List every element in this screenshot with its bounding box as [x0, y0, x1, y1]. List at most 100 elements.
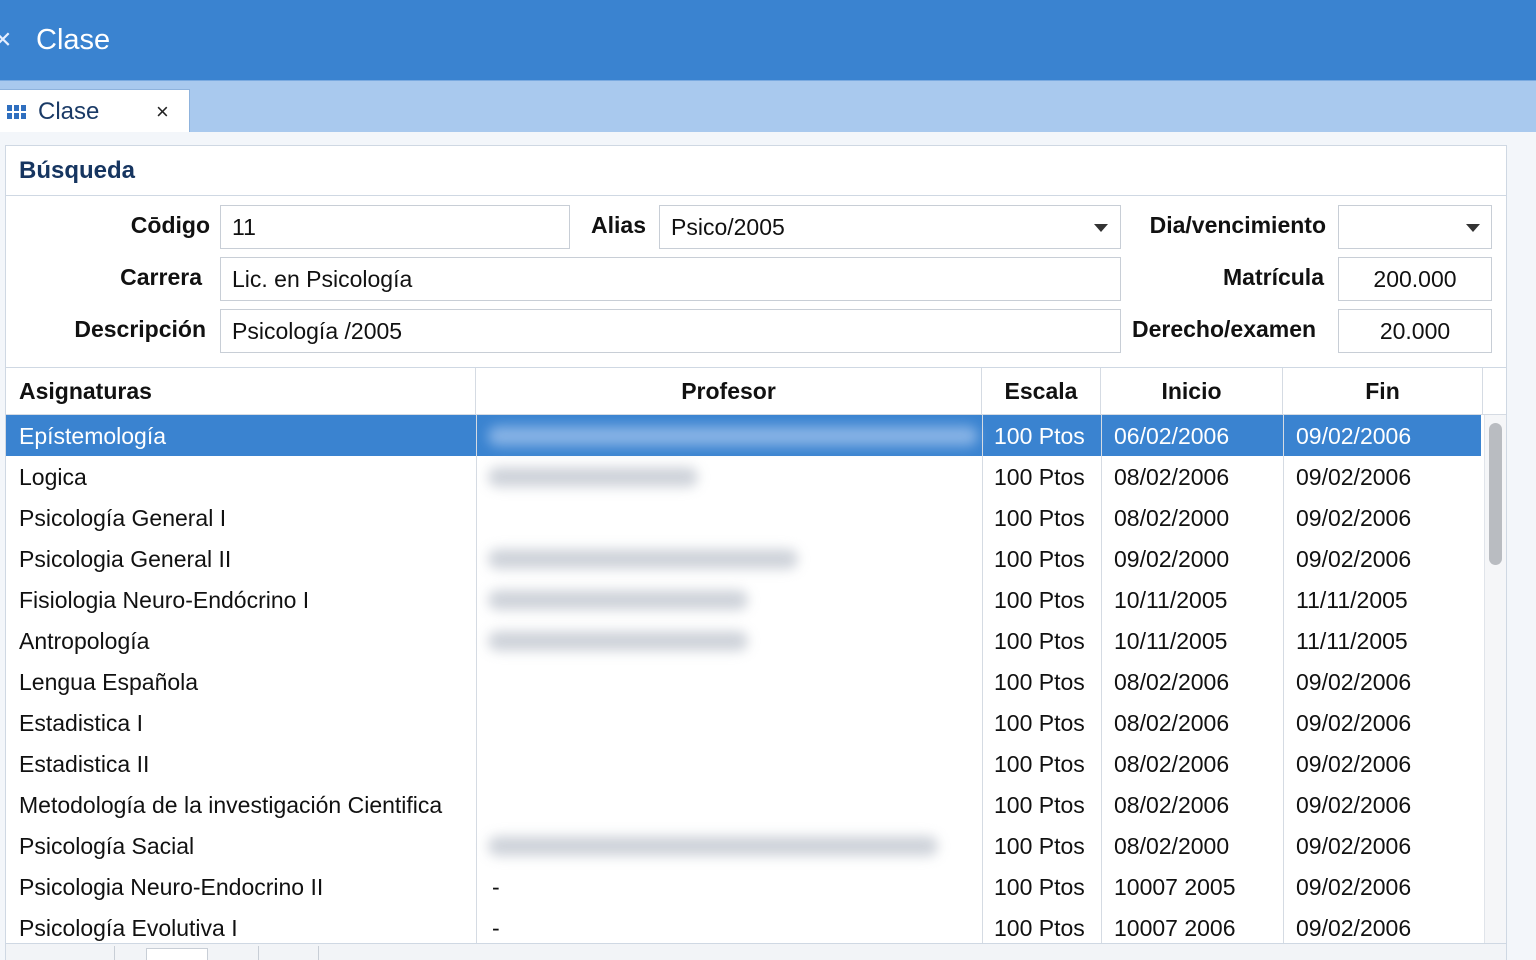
dia-vencimiento-select[interactable] — [1338, 205, 1492, 249]
search-section-header: Búsqueda — [6, 146, 1506, 196]
header-profesor[interactable]: Profesor — [476, 368, 982, 415]
cell-inicio: 08/02/2000 — [1114, 833, 1230, 859]
redacted-name-blur — [488, 631, 748, 651]
header-escala[interactable]: Escala — [982, 368, 1101, 415]
cell-escala: 100 Ptos — [994, 833, 1085, 859]
cell-fin: 09/02/2006 — [1296, 874, 1412, 900]
table-row[interactable]: Fisiologia Neuro-Endócrino I 100 Ptos 10/1… — [6, 579, 1481, 620]
cell-inicio: 09/02/2000 — [1114, 546, 1230, 572]
cell-profesor — [492, 743, 972, 784]
matricula-input[interactable]: 200.000 — [1338, 257, 1492, 301]
table-row[interactable]: Logica 100 Ptos 08/02/2006 09/02/2006 — [6, 456, 1481, 497]
cell-asignatura: Psicología Evolutiva I — [19, 915, 238, 941]
asignaturas-table: Asignaturas Profesor Escala Inicio Fin E… — [6, 367, 1506, 945]
codigo-label: Cōdigo — [130, 212, 210, 238]
alias-label: Alias — [591, 212, 646, 238]
cell-fin: 09/02/2006 — [1296, 915, 1412, 941]
descripcion-input[interactable]: Psicología /2005 — [220, 309, 1121, 353]
cell-asignatura: Metodología de la investigación Cientifi… — [19, 792, 443, 818]
cell-asignatura: Estadistica II — [19, 751, 150, 777]
cell-profesor — [492, 661, 972, 702]
cell-fin: 09/02/2006 — [1296, 546, 1412, 572]
grid-icon — [7, 105, 27, 119]
cell-asignatura: Psicologia General II — [19, 546, 232, 572]
cell-escala: 100 Ptos — [994, 464, 1085, 490]
codigo-input[interactable]: 11 — [220, 205, 570, 249]
column-divider — [476, 415, 477, 945]
table-row[interactable]: Metodología de la investigación Cientifi… — [6, 784, 1481, 825]
cell-escala: 100 Ptos — [994, 751, 1085, 777]
header-fin[interactable]: Fin — [1283, 368, 1483, 415]
cell-inicio: 10007 2006 — [1114, 915, 1236, 941]
table-row[interactable]: Estadistica II 100 Ptos 08/02/2006 09/02/20… — [6, 743, 1481, 784]
cell-inicio: 08/02/2006 — [1114, 464, 1230, 490]
search-form: Cōdigo 11 Alias Psico/2005 Dia/vencimien… — [6, 197, 1506, 367]
cell-escala: 100 Ptos — [994, 546, 1085, 572]
cell-escala: 100 Ptos — [994, 423, 1085, 449]
redacted-name-blur — [488, 549, 798, 569]
cell-asignatura: Estadistica I — [19, 710, 143, 736]
section-title: Búsqueda — [19, 157, 136, 184]
carrera-label: Carrera — [120, 264, 202, 290]
table-row[interactable]: Psicologia Neuro-Endocrino II - 100 Ptos 10… — [6, 866, 1481, 907]
redacted-name-blur — [488, 836, 938, 856]
cell-fin: 09/02/2006 — [1296, 423, 1412, 449]
cell-fin: 09/02/2006 — [1296, 792, 1412, 818]
redacted-name-blur — [488, 590, 748, 610]
cell-escala: 100 Ptos — [994, 587, 1085, 613]
tab-strip: Clase × — [0, 80, 1536, 133]
cell-inicio: 10/11/2005 — [1114, 587, 1228, 613]
table-row[interactable]: Lengua Española 100 Ptos 08/02/2006 09/02/2… — [6, 661, 1481, 702]
table-row[interactable]: Psicología General I 100 Ptos 08/02/2000 09… — [6, 497, 1481, 538]
cell-profesor — [492, 497, 972, 538]
cell-fin: 09/02/2006 — [1296, 710, 1412, 736]
cell-asignatura: Logica — [19, 464, 87, 490]
cell-profesor — [492, 784, 972, 825]
cell-fin: 09/02/2006 — [1296, 464, 1412, 490]
cell-fin: 09/02/2006 — [1296, 669, 1412, 695]
header-inicio[interactable]: Inicio — [1101, 368, 1283, 415]
vertical-scrollbar[interactable] — [1484, 415, 1506, 945]
table-row[interactable]: Psicología Sacial 100 Ptos 08/02/2000 09/02… — [6, 825, 1481, 866]
cell-inicio: 10007 2005 — [1114, 874, 1236, 900]
derecho-examen-input[interactable]: 20.000 — [1338, 309, 1492, 353]
window-close-icon[interactable]: × — [0, 22, 18, 58]
cell-asignatura: Psicología Sacial — [19, 833, 195, 859]
table-row[interactable]: Psicología Evolutiva I - 100 Ptos 10007 200… — [6, 907, 1481, 945]
chevron-down-icon[interactable] — [1094, 224, 1108, 232]
table-row[interactable]: Psicologia General II 100 Ptos 09/02/2000 0… — [6, 538, 1481, 579]
cell-fin: 09/02/2006 — [1296, 751, 1412, 777]
table-row[interactable]: Estadistica I 100 Ptos 08/02/2006 09/02/200… — [6, 702, 1481, 743]
alias-select[interactable]: Psico/2005 — [659, 205, 1121, 249]
cell-escala: 100 Ptos — [994, 710, 1085, 736]
cell-fin: 11/11/2005 — [1296, 587, 1408, 613]
column-divider — [1283, 415, 1284, 945]
cell-escala: 100 Ptos — [994, 874, 1085, 900]
cell-escala: 100 Ptos — [994, 505, 1085, 531]
main-panel: Búsqueda Cōdigo 11 Alias Psico/2005 Dia/… — [0, 132, 1536, 960]
cell-fin: 09/02/2006 — [1296, 505, 1412, 531]
pagination-toolbar — [6, 943, 1506, 960]
cell-inicio: 08/02/2006 — [1114, 792, 1230, 818]
table-body: Epístemología 100 Ptos 06/02/2006 09/02/200… — [6, 415, 1481, 945]
chevron-down-icon[interactable] — [1466, 224, 1480, 232]
cell-asignatura: Fisiologia Neuro-Endócrino I — [19, 587, 310, 613]
page-number-input[interactable] — [146, 948, 208, 960]
cell-escala: 100 Ptos — [994, 792, 1085, 818]
cell-profesor: - — [492, 874, 500, 900]
header-asignaturas[interactable]: Asignaturas — [6, 368, 476, 415]
cell-inicio: 08/02/2006 — [1114, 669, 1230, 695]
cell-asignatura: Psicología General I — [19, 505, 227, 531]
cell-asignatura: Antropología — [19, 628, 150, 654]
table-row[interactable]: Epístemología 100 Ptos 06/02/2006 09/02/200… — [6, 415, 1481, 456]
cell-inicio: 08/02/2006 — [1114, 710, 1230, 736]
tab-clase[interactable]: Clase × — [0, 89, 190, 133]
cell-profesor — [492, 702, 972, 743]
cell-escala: 100 Ptos — [994, 628, 1085, 654]
cell-fin: 11/11/2005 — [1296, 628, 1408, 654]
window-title: Clase — [36, 24, 111, 56]
scrollbar-thumb[interactable] — [1489, 423, 1502, 565]
table-row[interactable]: Antropología 100 Ptos 10/11/2005 11/11/2005 — [6, 620, 1481, 661]
tab-close-icon[interactable]: × — [156, 100, 169, 124]
carrera-input[interactable]: Lic. en Psicología — [220, 257, 1121, 301]
